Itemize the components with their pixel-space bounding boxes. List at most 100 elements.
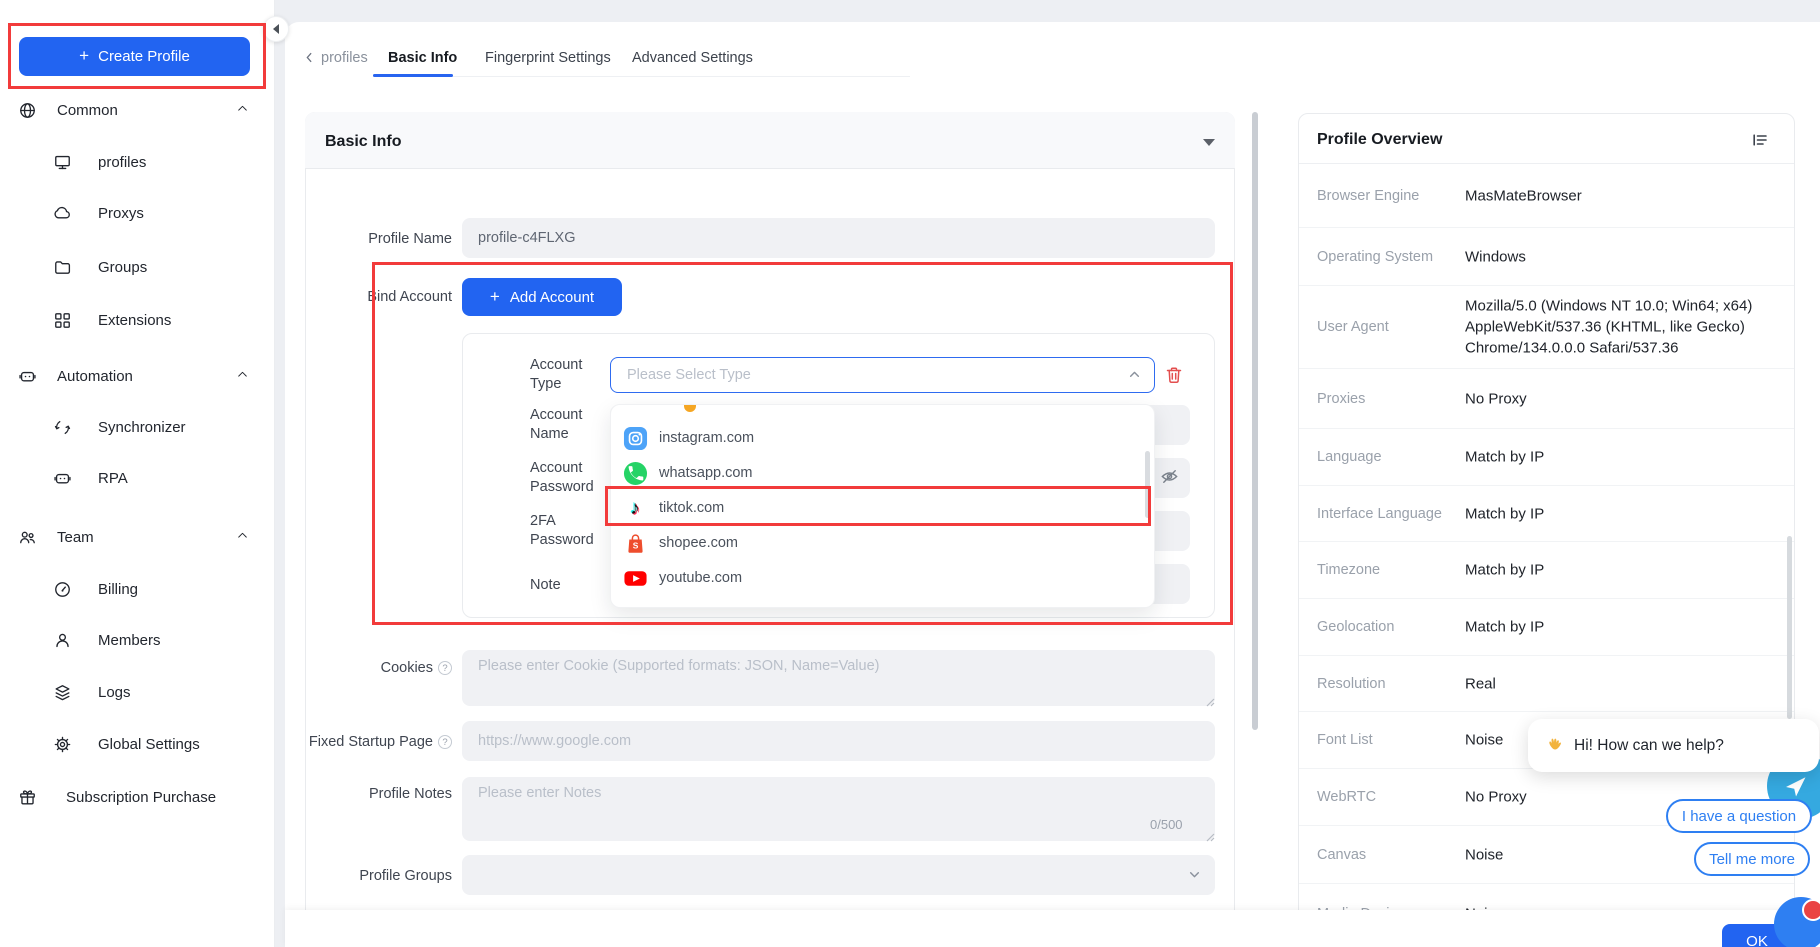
chat-question-button[interactable]: I have a question	[1666, 799, 1812, 833]
help-icon: ?	[438, 661, 452, 675]
gift-icon	[18, 788, 37, 807]
sidebar-item-groups[interactable]: Groups	[0, 254, 275, 280]
sidebar-item-members[interactable]: Members	[0, 627, 275, 653]
youtube-icon	[622, 565, 648, 591]
chat-more-button[interactable]: Tell me more	[1694, 842, 1810, 876]
sidebar-item-label: Billing	[98, 581, 138, 598]
sidebar-item-rpa[interactable]: RPA	[0, 465, 275, 491]
shopee-icon: S	[622, 530, 648, 556]
tab-advanced-settings[interactable]: Advanced Settings	[632, 50, 753, 66]
breadcrumb-profiles[interactable]: profiles	[321, 50, 368, 66]
profile-name-input[interactable]	[462, 218, 1215, 258]
option-shopee[interactable]: S shopee.com	[611, 526, 1154, 560]
sidebar-item-label: Groups	[98, 259, 147, 276]
chevron-up-icon	[236, 529, 249, 546]
account-type-label: Account Type	[530, 356, 604, 394]
profile-name-label: Profile Name	[252, 231, 452, 247]
account-type-select[interactable]: Please Select Type	[610, 357, 1155, 393]
sidebar-item-logs[interactable]: Logs	[0, 679, 275, 705]
fixed-startup-page-label: Fixed Startup Page?	[252, 734, 452, 750]
back-button[interactable]	[303, 51, 316, 67]
tiktok-icon: ♪	[622, 495, 648, 521]
chevron-up-icon	[236, 102, 249, 119]
sidebar-item-label: profiles	[98, 154, 146, 171]
overview-row: User AgentMozilla/5.0 (Windows NT 10.0; …	[1299, 286, 1794, 369]
person-icon	[53, 631, 72, 650]
sidebar-section-label: Common	[57, 102, 118, 119]
account-name-label: Account Name	[530, 406, 604, 444]
gauge-icon	[53, 580, 72, 599]
cloud-icon	[53, 204, 72, 223]
overview-row: Browser EngineMasMateBrowser	[1299, 164, 1794, 228]
twofa-password-label: 2FA Password	[530, 512, 604, 550]
chevron-down-icon[interactable]	[1203, 139, 1215, 146]
tab-basic-info[interactable]: Basic Info	[388, 50, 457, 66]
tabs-divider	[373, 76, 910, 77]
overview-row: Interface LanguageMatch by IP	[1299, 486, 1794, 542]
option-whatsapp[interactable]: whatsapp.com	[611, 456, 1154, 490]
grid-icon	[53, 311, 72, 330]
sidebar: + Create Profile Common profiles Proxys …	[0, 0, 275, 947]
resize-handle-icon[interactable]	[1205, 829, 1215, 839]
app-window: + Create Profile Common profiles Proxys …	[0, 0, 1820, 947]
sidebar-item-global-settings[interactable]: Global Settings	[0, 731, 275, 757]
fixed-startup-page-input[interactable]	[462, 721, 1215, 761]
sidebar-section-team[interactable]: Team	[0, 524, 275, 550]
active-tab-underline	[373, 74, 453, 77]
add-account-button[interactable]: + Add Account	[462, 278, 622, 316]
basic-info-card-header[interactable]	[305, 112, 1235, 169]
option-tiktok[interactable]: ♪ tiktok.com	[611, 491, 1154, 525]
robot-icon	[18, 367, 37, 386]
clipped-option-icon	[684, 405, 696, 412]
sidebar-item-label: Proxys	[98, 205, 144, 222]
sidebar-item-profiles[interactable]: profiles	[0, 149, 275, 175]
bottom-bar	[285, 910, 1820, 947]
sidebar-collapse-button[interactable]	[263, 16, 289, 42]
paper-plane-icon	[1781, 771, 1811, 801]
overview-row: ProxiesNo Proxy	[1299, 369, 1794, 429]
option-youtube[interactable]: youtube.com	[611, 561, 1154, 595]
cookies-textarea[interactable]	[462, 650, 1215, 706]
eye-off-icon[interactable]	[1160, 467, 1179, 491]
resize-handle-icon[interactable]	[1205, 694, 1215, 704]
help-icon: ?	[438, 735, 452, 749]
create-profile-button[interactable]: + Create Profile	[19, 37, 250, 76]
notification-badge	[1802, 899, 1820, 921]
collapse-arrow-icon	[273, 24, 279, 34]
option-label: whatsapp.com	[659, 465, 753, 481]
chat-greeting-bubble[interactable]: Hi! How can we help?	[1528, 719, 1819, 772]
monitor-icon	[53, 153, 72, 172]
sidebar-section-automation[interactable]: Automation	[0, 363, 275, 389]
sidebar-item-proxys[interactable]: Proxys	[0, 200, 275, 226]
sidebar-item-subscription-purchase[interactable]: Subscription Purchase	[0, 784, 275, 810]
robot-icon	[53, 469, 72, 488]
sidebar-item-extensions[interactable]: Extensions	[0, 307, 275, 333]
sidebar-item-label: RPA	[98, 470, 128, 487]
profile-notes-textarea[interactable]	[462, 777, 1215, 841]
overview-row: ResolutionReal	[1299, 656, 1794, 712]
list-settings-icon[interactable]	[1752, 132, 1768, 153]
option-label: shopee.com	[659, 535, 738, 551]
chevron-up-icon	[236, 368, 249, 385]
overview-row: GeolocationMatch by IP	[1299, 599, 1794, 656]
delete-account-button[interactable]	[1164, 365, 1184, 390]
content-scrollbar[interactable]	[1252, 112, 1258, 730]
account-password-label: Account Password	[530, 459, 604, 497]
sync-icon	[53, 418, 72, 437]
sidebar-section-common[interactable]: Common	[0, 97, 275, 123]
dropdown-scrollbar[interactable]	[1145, 451, 1150, 518]
sidebar-section-label: Automation	[57, 368, 133, 385]
profile-groups-select[interactable]	[462, 855, 1215, 895]
globe-icon	[18, 101, 37, 120]
sidebar-item-synchronizer[interactable]: Synchronizer	[0, 414, 275, 440]
sidebar-item-billing[interactable]: Billing	[0, 576, 275, 602]
tab-fingerprint-settings[interactable]: Fingerprint Settings	[485, 50, 611, 66]
overview-row: LanguageMatch by IP	[1299, 429, 1794, 486]
sidebar-item-label: Global Settings	[98, 736, 200, 753]
chevron-down-icon	[1186, 866, 1203, 888]
option-instagram[interactable]: instagram.com	[611, 421, 1154, 455]
option-label: instagram.com	[659, 430, 754, 446]
folder-icon	[53, 258, 72, 277]
overview-scrollbar[interactable]	[1787, 536, 1792, 719]
bind-account-label: Bind Account	[252, 289, 452, 305]
